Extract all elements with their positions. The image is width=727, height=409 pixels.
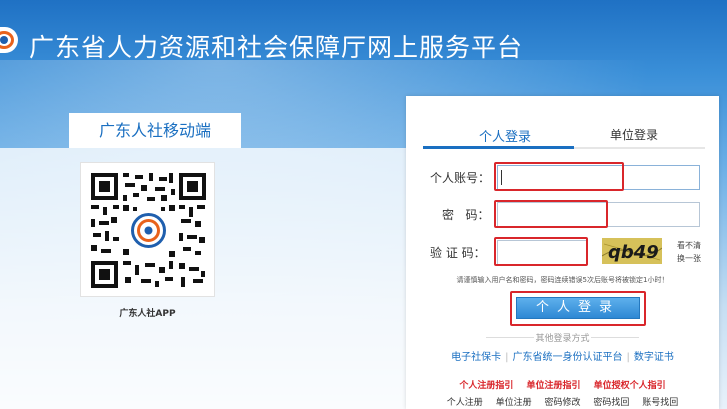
active-tab-indicator xyxy=(423,146,574,149)
alt-login-links: 电子社保卡 | 广东省统一身份认证平台 | 数字证书 xyxy=(406,348,719,363)
link-unified-identity[interactable]: 广东省统一身份认证平台 xyxy=(513,352,623,363)
captcha-text: qb49 xyxy=(608,242,659,263)
link-password-change[interactable]: 密码修改 xyxy=(544,398,580,408)
captcha-label: 验 证 码： xyxy=(430,246,486,260)
password-input[interactable] xyxy=(497,202,700,227)
link-e-social-card[interactable]: 电子社保卡 xyxy=(451,352,501,363)
alt-link-separator: | xyxy=(505,352,509,363)
tab-unit-login[interactable]: 单位登录 xyxy=(610,126,658,143)
logo-core xyxy=(0,36,8,44)
link-unit-register[interactable]: 单位注册 xyxy=(496,398,532,408)
qr-code xyxy=(80,162,215,297)
login-tabs: 个人登录 单位登录 xyxy=(423,126,703,148)
site-title: 广东省人力资源和社会保障厅网上服务平台 xyxy=(29,33,524,62)
captcha-refresh-link[interactable]: 看不清 换一张 xyxy=(674,239,704,265)
link-digital-certificate[interactable]: 数字证书 xyxy=(634,352,674,363)
guide-personal-registration[interactable]: 个人注册指引 xyxy=(459,381,513,391)
captcha-refresh-line-2: 换一张 xyxy=(677,254,701,263)
lockout-tip: 请谨慎输入用户名和密码，密码连续错误5次后账号将被锁定1小时！ xyxy=(456,276,669,284)
link-account-recovery[interactable]: 账号找回 xyxy=(642,398,678,408)
account-label: 个人账号： xyxy=(430,171,491,185)
alt-link-separator: | xyxy=(626,352,630,363)
guide-unit-registration[interactable]: 单位注册指引 xyxy=(526,381,580,391)
guide-unit-authorize-personal[interactable]: 单位授权个人指引 xyxy=(594,381,666,391)
personal-login-button[interactable]: 个人登录 xyxy=(516,297,640,319)
account-links: 个人注册 单位注册 密码修改 密码找回 账号找回 xyxy=(406,395,719,408)
password-label: 密 码： xyxy=(442,208,490,222)
other-login-label: 其他登录方式 xyxy=(406,331,719,344)
captcha-image[interactable]: qb49 xyxy=(602,238,662,264)
link-password-recovery[interactable]: 密码找回 xyxy=(593,398,629,408)
mobile-app-title: 广东人社移动端 xyxy=(69,113,241,148)
captcha-input[interactable] xyxy=(497,240,588,265)
tab-personal-login[interactable]: 个人登录 xyxy=(479,126,531,145)
site-header: 广东省人力资源和社会保障厅网上服务平台 xyxy=(0,0,727,80)
captcha-noise: qb49 xyxy=(602,242,662,263)
site-logo-icon xyxy=(0,27,18,53)
account-input[interactable] xyxy=(497,165,700,190)
mobile-app-panel: 广东人社移动端 广东人社APP xyxy=(0,100,406,409)
captcha-refresh-line-1: 看不清 xyxy=(677,241,701,250)
qr-code-icon xyxy=(89,171,208,290)
login-panel: 个人登录 单位登录 个人账号： 密 码： 验 证 码： qb49 看不清 换一张… xyxy=(406,96,719,409)
registration-guides: 个人注册指引 单位注册指引 单位授权个人指引 xyxy=(406,378,719,391)
link-personal-register[interactable]: 个人注册 xyxy=(447,398,483,408)
qr-caption: 广东人社APP xyxy=(119,309,176,319)
text-cursor xyxy=(501,170,502,185)
